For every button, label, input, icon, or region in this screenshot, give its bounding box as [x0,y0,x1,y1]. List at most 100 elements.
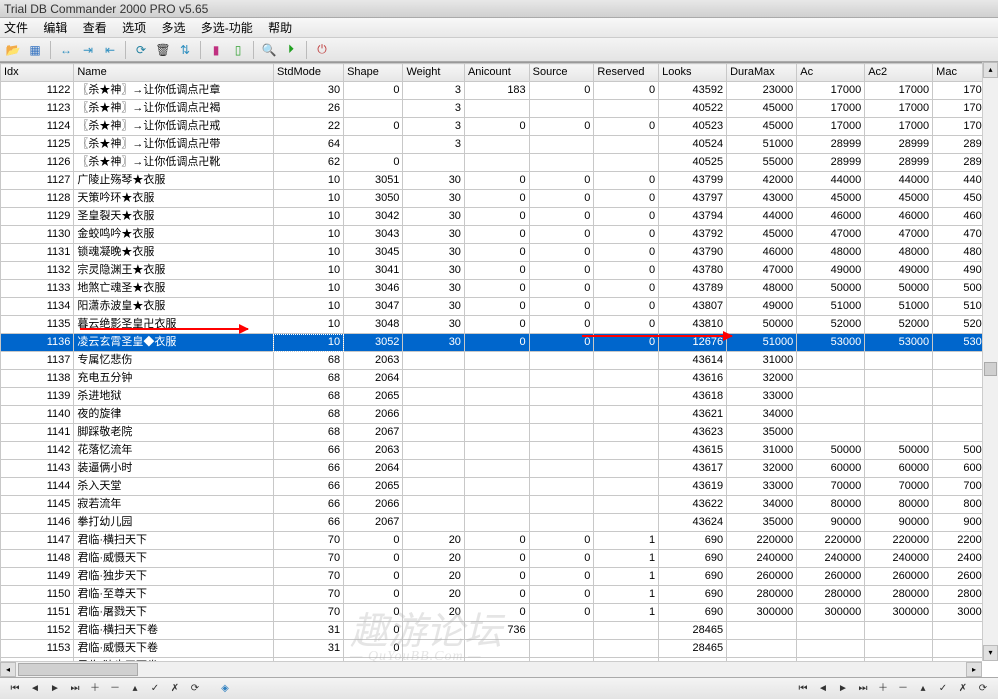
column-header-duramax[interactable]: DuraMax [727,64,797,82]
table-row[interactable]: 1135暮云绝影圣皇卍衣服103048300004381050000520005… [1,316,998,334]
column-header-ac2[interactable]: Ac2 [865,64,933,82]
column-header-anicount[interactable]: Anicount [464,64,529,82]
table-row[interactable]: 1144杀入天堂6620654361933000700007000070000 [1,478,998,496]
run-icon[interactable]: ⏵ [282,41,300,59]
menu-file[interactable]: 文件 [4,21,28,35]
table-row[interactable]: 1127广陵止殇琴★衣服1030513000043799420004400044… [1,172,998,190]
table-row[interactable]: 1149君临·独步天下70020001690260000260000260000… [1,568,998,586]
table-row[interactable]: 1147君临·横扫天下70020001690220000220000220000… [1,532,998,550]
menu-bar: 文件 编辑 查看 选项 多选 多选-功能 帮助 [0,18,998,38]
export-icon[interactable]: ⇤ [101,41,119,59]
delete-icon[interactable]: 🗑 [154,41,172,59]
refresh-icon[interactable]: ⟳ [132,41,150,59]
grid-icon[interactable]: ▦ [26,41,44,59]
nav2-refresh-icon[interactable]: ⟳ [974,681,992,697]
table-row[interactable]: 1140夜的旋律6820664362134000 [1,406,998,424]
horizontal-scrollbar[interactable]: ◂ ▸ [0,661,982,677]
annotation-arrow-right [582,335,732,337]
open-icon[interactable]: 📂 [4,41,22,59]
table-row[interactable]: 1143装逼俩小时6620644361732000600006000060000 [1,460,998,478]
nav2-post-icon[interactable]: ✓ [934,681,952,697]
menu-edit[interactable]: 编辑 [43,21,67,35]
nav2-next-icon[interactable]: ► [834,681,852,697]
scroll-thumb-v[interactable] [984,362,997,376]
table-row[interactable]: 1150君临·至尊天下70020001690280000280000280000… [1,586,998,604]
nav-cancel-icon[interactable]: ✗ [166,681,184,697]
search-icon[interactable]: 🔍 [260,41,278,59]
table-row[interactable]: 1153君临·威慑天下卷31028465 [1,640,998,658]
column-header-looks[interactable]: Looks [659,64,727,82]
table-row[interactable]: 1145寂若流年6620664362234000800008000080000 [1,496,998,514]
nav-add-icon[interactable]: ＋ [86,681,104,697]
nav-bookmark-icon[interactable]: ◈ [216,681,234,697]
nav-first-icon[interactable]: ⏮ [6,681,24,697]
expand-icon[interactable]: ↔ [57,41,75,59]
nav2-prev-icon[interactable]: ◄ [814,681,832,697]
column-header-stdmode[interactable]: StdMode [273,64,343,82]
nav2-add-icon[interactable]: ＋ [874,681,892,697]
scroll-down-icon[interactable]: ▾ [983,645,998,661]
table-row[interactable]: 1130金蛟鸣吟★衣服10304330000437924500047000470… [1,226,998,244]
nav-prev-icon[interactable]: ◄ [26,681,44,697]
table-row[interactable]: 1138充电五分钟6820644361632000 [1,370,998,388]
column-icon[interactable]: ▮ [207,41,225,59]
column-header-ac[interactable]: Ac [797,64,865,82]
nav2-first-icon[interactable]: ⏮ [794,681,812,697]
column-header-shape[interactable]: Shape [344,64,403,82]
table-row[interactable]: 1134阳潇赤波皇★衣服1030473000043807490005100051… [1,298,998,316]
sort-icon[interactable]: ⇅ [176,41,194,59]
nav2-last-icon[interactable]: ⏭ [854,681,872,697]
menu-multi[interactable]: 多选 [161,21,185,35]
table-row[interactable]: 1131锁魂凝晚★衣服10304530000437904600048000480… [1,244,998,262]
nav-post-icon[interactable]: ✓ [146,681,164,697]
scroll-up-icon[interactable]: ▴ [983,62,998,78]
table-row[interactable]: 1142花落忆流年6620634361531000500005000050000 [1,442,998,460]
table-row[interactable]: 1152君临·横扫天下卷31073628465 [1,622,998,640]
table-row[interactable]: 1132宗灵隐渊王★衣服1030413000043780470004900049… [1,262,998,280]
nav-del-icon[interactable]: － [106,681,124,697]
vertical-scrollbar[interactable]: ▴ ▾ [982,62,998,661]
table-row[interactable]: 1136凌云玄霄圣皇◆衣服103052300001267651000530005… [1,334,998,352]
table-row[interactable]: 1137专属忆悲伤6820634361431000 [1,352,998,370]
table-row[interactable]: 1128天策吟环★衣服10305030000437974300045000450… [1,190,998,208]
table-row[interactable]: 1122〖杀★神〗→让你低调点卍章30031830043592230001700… [1,82,998,100]
menu-help[interactable]: 帮助 [268,21,292,35]
nav-refresh-icon[interactable]: ⟳ [186,681,204,697]
table-row[interactable]: 1129圣皇裂天★衣服10304230000437944400046000460… [1,208,998,226]
table-row[interactable]: 1148君临·威慑天下70020001690240000240000240000… [1,550,998,568]
toolbar: 📂 ▦ ↔ ⇥ ⇤ ⟳ 🗑 ⇅ ▮ ▯ 🔍 ⏵ ⏻ [0,38,998,62]
table-row[interactable]: 1125〖杀★神〗→让你低调点卍带64340524510002899928999… [1,136,998,154]
nav2-cancel-icon[interactable]: ✗ [954,681,972,697]
nav-edit-icon[interactable]: ▴ [126,681,144,697]
table-row[interactable]: 1123〖杀★神〗→让你低调点卍褐26340522450001700017000… [1,100,998,118]
annotation-arrow-left [80,328,248,330]
table-row[interactable]: 1126〖杀★神〗→让你低调点卍靴62040525550002899928999… [1,154,998,172]
table-row[interactable]: 1146拳打幼儿园6620674362435000900009000090000 [1,514,998,532]
table-row[interactable]: 1133地煞亡魂圣★衣服1030463000043789480005000050… [1,280,998,298]
column-header-reserved[interactable]: Reserved [594,64,659,82]
collapse-icon[interactable]: ⇥ [79,41,97,59]
nav2-del-icon[interactable]: － [894,681,912,697]
scroll-left-icon[interactable]: ◂ [0,662,16,677]
table-row[interactable]: 1139杀进地狱6820654361833000 [1,388,998,406]
data-grid[interactable]: IdxNameStdModeShapeWeightAnicountSourceR… [0,62,998,661]
exit-icon[interactable]: ⏻ [313,41,331,59]
nav2-edit-icon[interactable]: ▴ [914,681,932,697]
menu-options[interactable]: 选项 [122,21,146,35]
column-header-idx[interactable]: Idx [1,64,74,82]
table-row[interactable]: 1151君临·屠戮天下70020001690300000300000300000… [1,604,998,622]
menu-view[interactable]: 查看 [83,21,107,35]
column-header-source[interactable]: Source [529,64,594,82]
scroll-thumb-h[interactable] [18,663,138,676]
column-header-name[interactable]: Name [74,64,274,82]
table-row[interactable]: 1124〖杀★神〗→让你低调点卍戒22030004052345000170001… [1,118,998,136]
menu-multifn[interactable]: 多选-功能 [201,21,253,35]
table-row[interactable]: 1141脚踩敬老院6820674362335000 [1,424,998,442]
title-bar: Trial DB Commander 2000 PRO v5.65 [0,0,998,18]
header-row[interactable]: IdxNameStdModeShapeWeightAnicountSourceR… [1,64,998,82]
filter-icon[interactable]: ▯ [229,41,247,59]
column-header-weight[interactable]: Weight [403,64,465,82]
nav-next-icon[interactable]: ► [46,681,64,697]
nav-last-icon[interactable]: ⏭ [66,681,84,697]
scroll-right-icon[interactable]: ▸ [966,662,982,677]
